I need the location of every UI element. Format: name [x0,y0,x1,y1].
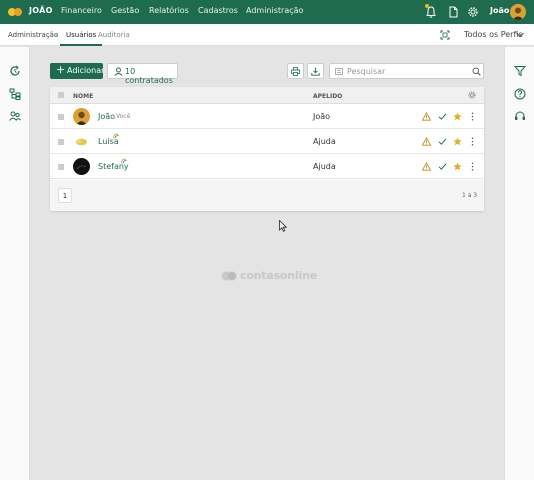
watermark-text: contasonline [240,269,317,282]
breadcrumb[interactable]: Administração [8,31,58,39]
pending-invite-icon [121,158,127,164]
avatar [73,108,90,125]
hierarchy-icon[interactable] [9,88,21,100]
more-options-icon[interactable] [468,162,477,171]
headset-icon[interactable] [514,110,526,122]
notification-dot [425,4,429,8]
star-icon[interactable] [453,162,462,171]
contracted-users-button[interactable]: 10 contratados [107,63,178,85]
download-icon [311,67,320,76]
warning-icon[interactable] [422,112,431,121]
table-row[interactable]: Stefany Ajuda [50,154,484,179]
gear-icon[interactable] [467,5,479,19]
pending-invite-icon [113,133,119,139]
print-button[interactable] [287,63,304,79]
add-user-label: Adicionar [67,66,105,75]
row-checkbox[interactable] [58,139,64,145]
star-icon[interactable] [453,137,462,146]
watermark: contasonline [221,268,321,284]
column-header-nome[interactable]: NOME [73,93,93,100]
column-header-apelido[interactable]: APELIDO [313,93,342,100]
star-icon[interactable] [453,112,462,121]
users-icon[interactable] [9,110,21,122]
current-user-badge: Você [116,113,131,120]
breadcrumb-chevron-icon: › [55,30,59,39]
tab-usuarios[interactable]: Usuários [60,24,103,46]
brand-logo-icon[interactable] [8,7,22,17]
document-icon[interactable] [447,5,459,19]
add-user-button[interactable]: + Adicionar [50,63,105,79]
avatar [73,158,90,175]
avatar [73,133,90,150]
profile-filter-select[interactable]: Todos os Perfis [464,30,523,39]
contracted-users-label: 10 contratados [125,67,173,85]
warning-icon[interactable] [422,162,431,171]
sub-navbar: Administração › Usuários Auditoria Todos… [0,24,534,46]
search-box [329,63,484,79]
top-navbar: JOÃO Financeiro Gestão Relatórios Cadast… [0,0,534,24]
printer-icon [291,67,300,76]
user-name[interactable]: João [490,6,509,15]
search-icon[interactable] [472,67,481,76]
warning-icon[interactable] [422,137,431,146]
users-table: NOME APELIDO João Você João Luisa Ajuda … [50,87,484,211]
page-button[interactable]: 1 [58,188,72,203]
table-row[interactable]: Luisa Ajuda [50,129,484,154]
user-nickname: Ajuda [313,137,336,146]
nav-relatorios[interactable]: Relatórios [149,6,189,15]
user-name-link[interactable]: João [98,112,115,121]
list-icon [335,68,343,75]
company-name[interactable]: JOÃO [29,6,53,15]
right-sidebar [504,47,534,480]
user-nickname: João [313,112,331,121]
nav-administracao[interactable]: Administração [246,6,303,15]
tab-auditoria[interactable]: Auditoria [98,31,130,39]
download-button[interactable] [307,63,324,79]
user-avatar[interactable] [510,4,526,20]
nav-financeiro[interactable]: Financeiro [61,6,102,15]
more-options-icon[interactable] [468,137,477,146]
user-nickname: Ajuda [313,162,336,171]
select-all-checkbox[interactable] [58,92,64,98]
search-input[interactable] [347,66,467,77]
nav-gestao[interactable]: Gestão [111,6,139,15]
table-row[interactable]: João Você João [50,104,484,129]
left-sidebar [0,47,30,480]
watermark-logo-icon [221,271,237,281]
user-icon [114,67,123,76]
filter-icon[interactable] [514,65,526,77]
table-header: NOME APELIDO [50,87,484,104]
plus-icon: + [56,63,66,76]
check-icon[interactable] [438,162,447,171]
chevron-down-icon[interactable] [516,32,524,38]
expand-icon[interactable] [440,30,450,40]
row-checkbox[interactable] [58,114,64,120]
pagination-info: 1 a 3 [462,192,478,199]
refresh-icon[interactable] [9,65,21,77]
check-icon[interactable] [438,112,447,121]
help-icon[interactable] [514,88,526,100]
check-icon[interactable] [438,137,447,146]
mouse-cursor-icon [279,220,287,232]
column-settings-icon[interactable] [468,91,476,99]
more-options-icon[interactable] [468,112,477,121]
nav-cadastros[interactable]: Cadastros [198,6,238,15]
table-footer: 1 1 a 3 [50,180,484,211]
row-checkbox[interactable] [58,164,64,170]
